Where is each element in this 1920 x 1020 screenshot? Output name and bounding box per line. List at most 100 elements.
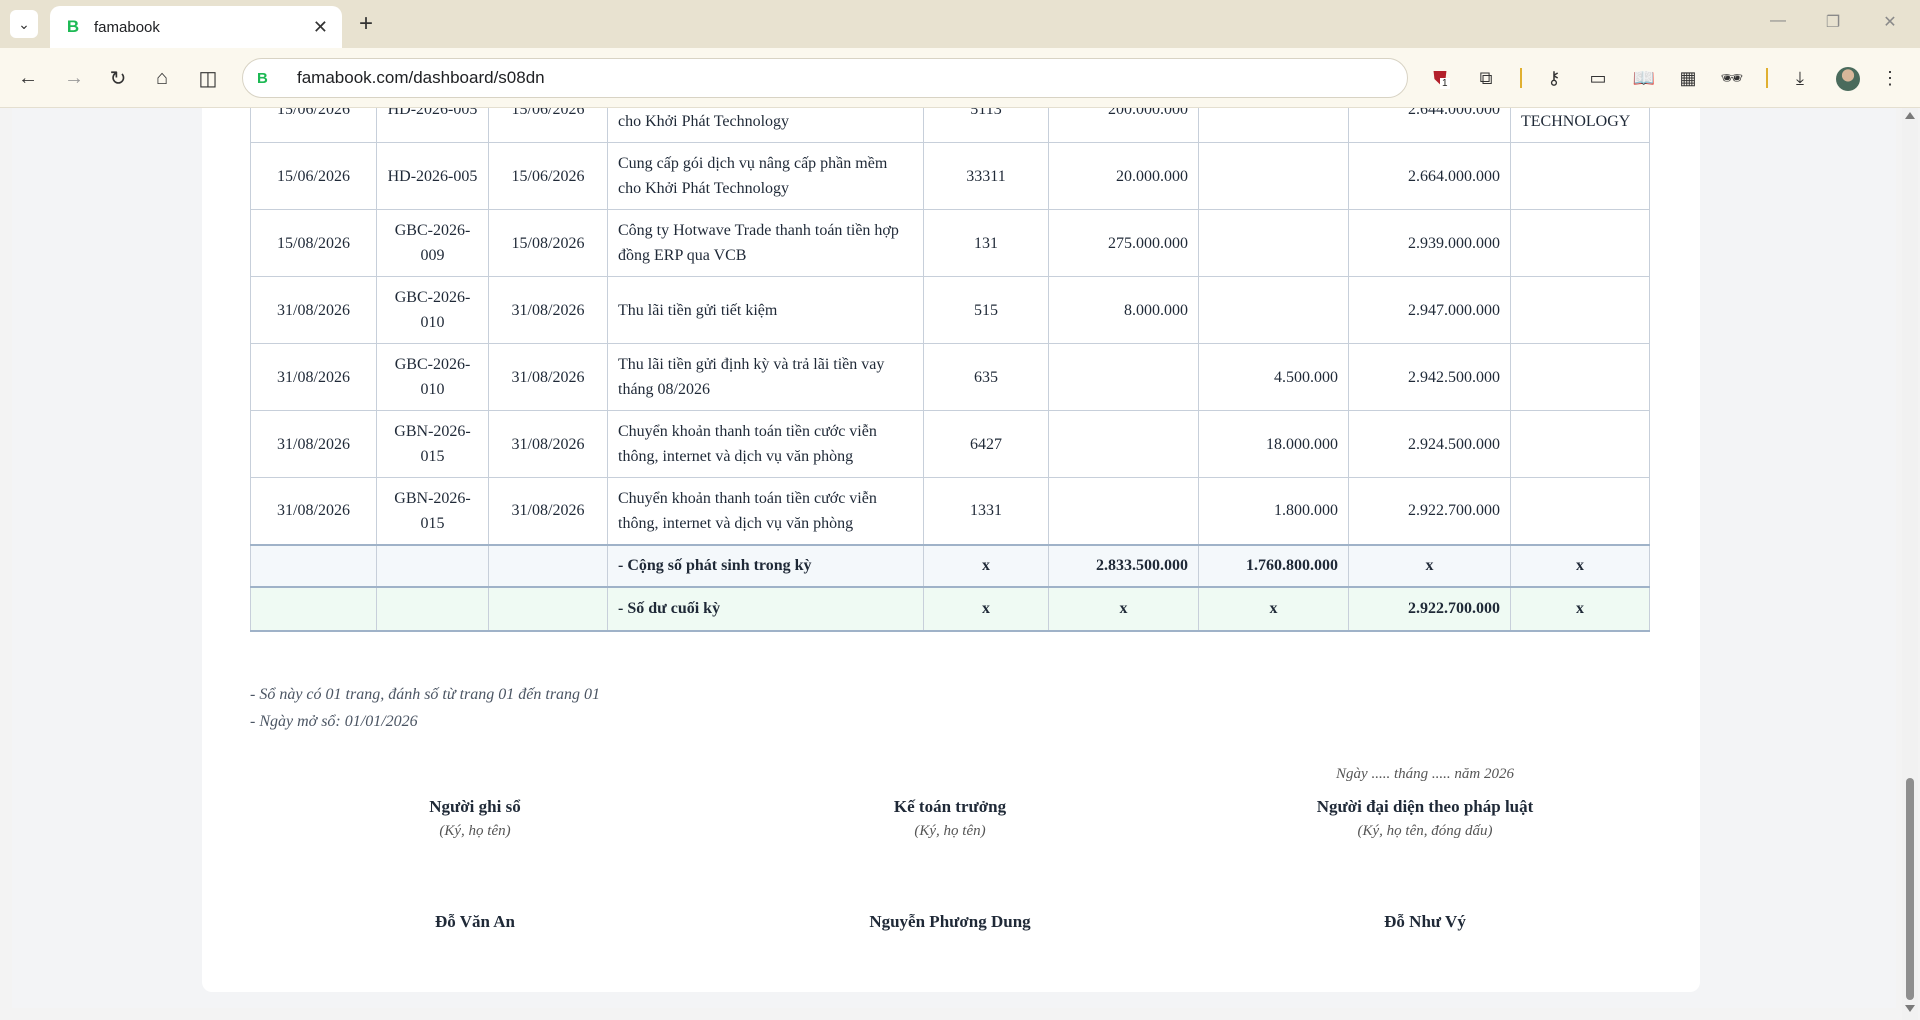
legal-rep-signature: Người đại diện theo pháp luật (Ký, họ tê… (1250, 797, 1600, 932)
toolbar-divider (1766, 68, 1768, 88)
site-info-icon[interactable]: B (257, 70, 277, 87)
reading-mode-icon[interactable]: 📖 (1630, 64, 1658, 92)
total-row: - Cộng số phát sinh trong kỳ x 2.833.500… (250, 543, 1650, 587)
active-tab[interactable]: B famabook ✕ (50, 6, 342, 48)
close-tab-icon[interactable]: ✕ (313, 17, 328, 38)
tab-strip: ⌄ B famabook ✕ + — ❐ ✕ (0, 0, 1920, 48)
extension-badge: 1 (1440, 78, 1450, 89)
password-key-icon[interactable]: ⚷ (1540, 64, 1568, 92)
document-number: GBN-2026-015 (376, 477, 489, 545)
debit-amount: 8.000.000 (1048, 276, 1199, 344)
download-icon[interactable]: ⤓ (1786, 64, 1814, 92)
running-balance: 2.947.000.000 (1348, 276, 1511, 344)
scrollbar-thumb[interactable] (1906, 778, 1914, 1000)
new-tab-button[interactable]: + (352, 10, 380, 38)
famabook-favicon-icon: B (66, 17, 80, 36)
table-row: 15/06/2026HD-2026-00515/06/2026Cung cấp … (250, 142, 1650, 210)
document-date: 31/08/2026 (488, 343, 608, 411)
tab-search-button[interactable]: ⌄ (10, 10, 38, 38)
incognito-icon[interactable]: 🕶 (1718, 64, 1746, 92)
payment-card-icon[interactable]: ▭ (1584, 64, 1612, 92)
contra-account: 1331 (923, 477, 1049, 545)
debit-amount (1048, 410, 1199, 478)
credit-amount: 18.000.000 (1198, 410, 1349, 478)
signature-name: Nguyễn Phương Dung (869, 912, 1031, 931)
total-debit: 2.833.500.000 (1048, 543, 1199, 587)
bookkeeper-signature: Người ghi sổ (Ký, họ tên) Đỗ Văn An (300, 797, 650, 932)
entry-date: 31/08/2026 (250, 477, 377, 545)
entry-date: 31/08/2026 (250, 343, 377, 411)
profile-avatar[interactable] (1836, 67, 1860, 91)
entry-note (1510, 276, 1650, 344)
closing-balance-row: - Số dư cuối kỳ x x x 2.922.700.000 x (250, 585, 1650, 632)
restore-icon[interactable]: ❐ (1818, 12, 1848, 32)
entry-date: 31/08/2026 (250, 410, 377, 478)
total-note: x (1510, 543, 1650, 587)
document-number: GBC-2026-009 (376, 209, 489, 277)
signature-name: Đỗ Văn An (435, 912, 515, 931)
table-cell (376, 543, 489, 587)
address-bar[interactable]: B famabook.com/dashboard/s08dn (242, 58, 1408, 98)
table-view-icon[interactable]: ▦ (1674, 64, 1702, 92)
entry-description: Công ty Hotwave Trade thanh toán tiền hợ… (607, 209, 924, 277)
total-credit: 1.760.800.000 (1198, 543, 1349, 587)
url-text[interactable]: famabook.com/dashboard/s08dn (297, 68, 545, 88)
table-cell (488, 585, 608, 632)
entry-date: 15/06/2026 (250, 142, 377, 210)
signature-hint: (Ký, họ tên) (439, 823, 511, 839)
contra-account: 33311 (923, 142, 1049, 210)
contra-account: 5113 (923, 108, 1049, 143)
signature-role: Người đại diện theo pháp luật (1316, 797, 1534, 816)
reload-icon[interactable]: ↻ (104, 64, 132, 92)
credit-amount: 1.800.000 (1198, 477, 1349, 545)
entry-date: 15/08/2026 (250, 209, 377, 277)
more-menu-icon[interactable]: ⋮ (1876, 64, 1904, 92)
running-balance: 2.939.000.000 (1348, 209, 1511, 277)
shield-extension-icon[interactable]: ⛊1 (1426, 64, 1454, 92)
entry-note (1510, 142, 1650, 210)
ledger-notes: - Sổ này có 01 trang, đánh số từ trang 0… (250, 681, 600, 735)
pages-note: - Sổ này có 01 trang, đánh số từ trang 0… (250, 686, 601, 703)
forward-icon[interactable]: → (60, 64, 88, 92)
document-date: 31/08/2026 (488, 276, 608, 344)
total-label: - Cộng số phát sinh trong kỳ (607, 543, 924, 587)
credit-amount (1198, 209, 1349, 277)
closing-account: x (923, 585, 1049, 632)
page-scrollbar[interactable] (1902, 108, 1918, 1020)
entry-description: Thu lãi tiền gửi định kỳ và trả lãi tiền… (607, 343, 924, 411)
entry-date: 15/06/2026 (250, 108, 377, 143)
extensions-puzzle-icon[interactable]: ⧉ (1472, 64, 1500, 92)
credit-amount (1198, 276, 1349, 344)
total-account: x (923, 543, 1049, 587)
scroll-up-icon[interactable] (1905, 112, 1915, 119)
table-row: 15/06/2026HD-2026-00515/06/2026Cung cấp … (250, 108, 1650, 143)
close-window-icon[interactable]: ✕ (1875, 12, 1905, 32)
chevron-down-icon: ⌄ (18, 15, 30, 32)
table-row: 31/08/2026 GBN-2026-015 31/08/2026 Chuyển k… (250, 477, 1650, 545)
entry-note (1510, 209, 1650, 277)
document-date: 31/08/2026 (488, 477, 608, 545)
table-cell (488, 543, 608, 587)
running-balance: 2.924.500.000 (1348, 410, 1511, 478)
credit-amount: 4.500.000 (1198, 343, 1349, 411)
total-balance: x (1348, 543, 1511, 587)
back-icon[interactable]: ← (14, 64, 42, 92)
minimize-icon[interactable]: — (1763, 12, 1793, 30)
split-view-icon[interactable]: ◫ (194, 64, 222, 92)
entry-date: 31/08/2026 (250, 276, 377, 344)
contra-account: 635 (923, 343, 1049, 411)
signature-role: Kế toán trưởng (893, 797, 1007, 816)
tab-title: famabook (94, 18, 160, 36)
home-icon[interactable]: ⌂ (148, 64, 176, 92)
page-viewport: 15/06/2026HD-2026-00515/06/2026Cung cấp … (0, 108, 1920, 1020)
table-cell (376, 585, 489, 632)
entry-note (1510, 410, 1650, 478)
debit-amount: 200.000.000 (1048, 108, 1199, 143)
document-number: HD-2026-005 (376, 108, 489, 143)
closing-label: - Số dư cuối kỳ (607, 585, 924, 632)
closing-note: x (1510, 585, 1650, 632)
entry-note (1510, 477, 1650, 545)
scroll-down-icon[interactable] (1905, 1005, 1915, 1012)
document-number: GBN-2026-015 (376, 410, 489, 478)
open-date-note: - Ngày mở sổ: 01/01/2026 (250, 713, 418, 730)
